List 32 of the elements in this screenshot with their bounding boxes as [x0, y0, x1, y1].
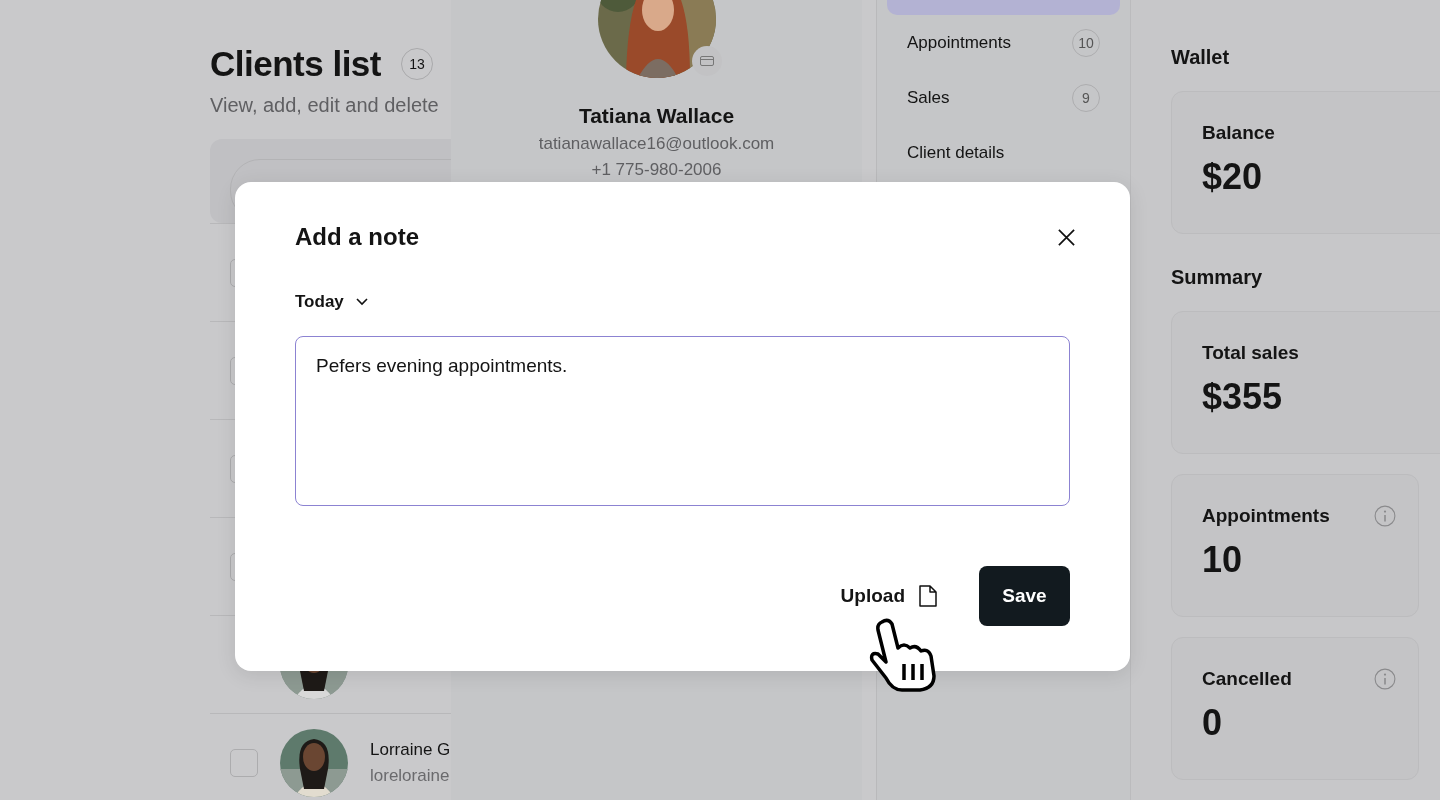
nav-item[interactable]: Appointments 10 — [887, 15, 1120, 70]
dialog-title: Add a note — [295, 223, 419, 251]
client-phone: +1 775-980-2006 — [591, 160, 722, 180]
stat-value: $355 — [1202, 376, 1284, 418]
date-dropdown[interactable]: Today — [295, 292, 368, 312]
info-icon[interactable] — [1374, 668, 1396, 690]
client-name: Tatiana Wallace — [578, 104, 735, 128]
client-email: loreloraine — [370, 765, 451, 786]
note-field[interactable]: Pefers evening appointments. — [295, 336, 1070, 506]
page-subtitle: View, add, edit and delete — [210, 94, 439, 117]
upload-button[interactable]: Upload — [840, 585, 937, 607]
info-icon[interactable] — [1374, 505, 1396, 527]
client-name: Lorraine G — [370, 739, 451, 760]
stat-value: 10 — [1202, 539, 1244, 581]
nav-item[interactable]: Client details — [887, 125, 1120, 180]
client-email: tatianawallace16@outlook.com — [538, 134, 775, 154]
stat-label: Appointments — [1202, 505, 1330, 527]
nav-item[interactable]: Sales 9 — [887, 70, 1120, 125]
save-button[interactable]: Save — [979, 566, 1070, 626]
close-icon[interactable] — [1057, 227, 1076, 247]
stat-label: Total sales — [1202, 342, 1299, 364]
stat-label: Balance — [1202, 122, 1275, 144]
stat-value: $20 — [1202, 156, 1264, 198]
chevron-down-icon — [355, 298, 368, 306]
page-title: Clients list — [210, 44, 381, 84]
stat-label: Cancelled — [1202, 668, 1292, 690]
section-title: Summary — [1171, 266, 1264, 289]
stat-value: 0 — [1202, 702, 1224, 744]
file-icon — [919, 585, 937, 607]
section-title: Wallet — [1171, 46, 1231, 69]
row-checkbox[interactable] — [230, 748, 258, 777]
card-icon[interactable] — [691, 46, 722, 76]
